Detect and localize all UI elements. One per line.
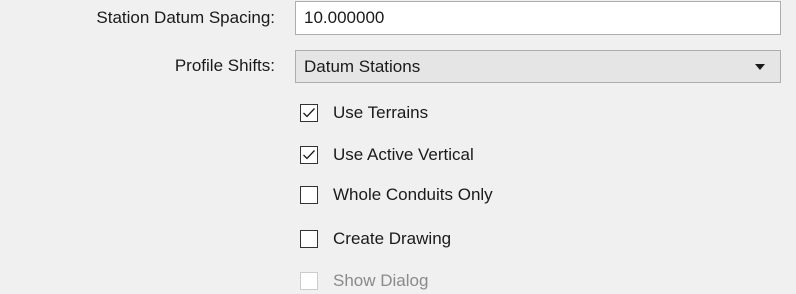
show-dialog-checkbox: [300, 272, 318, 290]
station-datum-spacing-label: Station Datum Spacing:: [96, 8, 275, 27]
whole-conduits-only-checkbox[interactable]: [300, 186, 318, 204]
profile-shifts-label: Profile Shifts:: [174, 56, 275, 75]
show-dialog-option: Show Dialog: [300, 269, 428, 293]
create-drawing-label: Create Drawing: [333, 229, 452, 248]
whole-conduits-only-option[interactable]: Whole Conduits Only: [300, 183, 493, 207]
chevron-down-icon[interactable]: [755, 64, 765, 70]
create-drawing-checkbox[interactable]: [300, 230, 318, 248]
create-drawing-option[interactable]: Create Drawing: [300, 227, 451, 251]
check-icon: [303, 150, 315, 160]
use-active-vertical-option[interactable]: Use Active Vertical: [300, 143, 474, 167]
use-active-vertical-checkbox[interactable]: [300, 146, 318, 164]
use-active-vertical-label: Use Active Vertical: [333, 145, 474, 164]
profile-shifts-dropdown[interactable]: Datum Stations: [295, 50, 781, 83]
profile-settings-panel: Station Datum Spacing: 10.000000 Profile…: [0, 0, 796, 294]
station-datum-spacing-input[interactable]: 10.000000: [295, 1, 781, 35]
whole-conduits-only-label: Whole Conduits Only: [333, 185, 493, 204]
use-terrains-checkbox[interactable]: [300, 104, 318, 122]
show-dialog-label: Show Dialog: [333, 271, 429, 290]
use-terrains-label: Use Terrains: [333, 103, 429, 122]
check-icon: [303, 108, 315, 118]
profile-shifts-selected-value: Datum Stations: [304, 57, 421, 76]
use-terrains-option[interactable]: Use Terrains: [300, 101, 428, 125]
